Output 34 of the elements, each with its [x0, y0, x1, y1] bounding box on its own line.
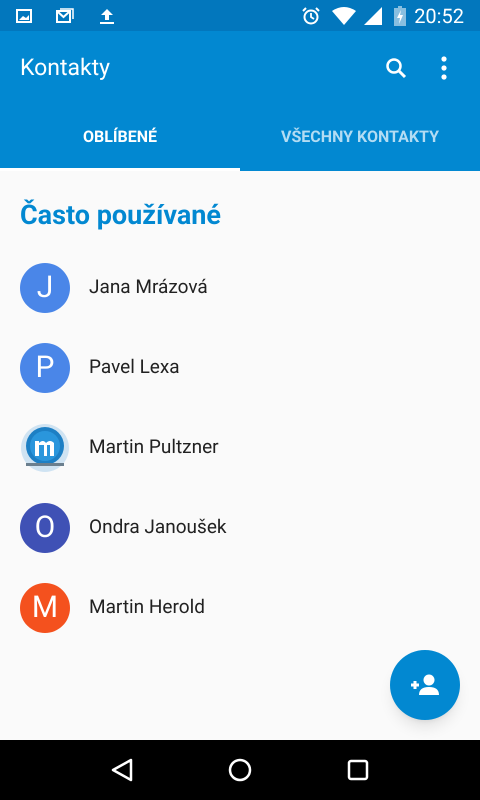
- add-person-icon: [409, 673, 441, 697]
- battery-icon: [394, 6, 406, 26]
- contact-avatar: M: [20, 582, 70, 632]
- upload-icon: [98, 8, 116, 24]
- contact-avatar: J: [20, 262, 70, 312]
- back-button[interactable]: [111, 758, 134, 782]
- mail-icon: [56, 8, 74, 23]
- search-icon: [384, 56, 408, 80]
- contact-row[interactable]: M Martin Herold: [0, 568, 480, 648]
- status-time: 20:52: [414, 2, 464, 30]
- recents-icon: [346, 759, 369, 781]
- wifi-icon: [332, 6, 356, 24]
- image-icon: [16, 8, 32, 22]
- home-icon: [228, 758, 252, 782]
- contact-name: Pavel Lexa: [89, 354, 180, 380]
- recents-button[interactable]: [346, 759, 369, 781]
- alarm-icon: [302, 6, 320, 24]
- more-icon: [441, 56, 447, 80]
- contact-row[interactable]: P Pavel Lexa: [0, 328, 480, 408]
- home-button[interactable]: [228, 758, 252, 782]
- back-icon: [111, 758, 134, 782]
- signal-icon: [364, 6, 382, 24]
- contact-name: Martin Herold: [89, 594, 205, 620]
- contact-name: Martin Pultzner: [89, 434, 219, 460]
- contact-name: Ondra Janoušek: [89, 514, 227, 540]
- contact-row[interactable]: Martin Pultzner: [0, 408, 480, 488]
- contact-name: Jana Mrázová: [89, 274, 208, 300]
- app-title: Kontakty: [20, 52, 112, 83]
- contact-avatar: O: [20, 502, 70, 552]
- tab[interactable]: OBLÍBENÉ: [0, 105, 240, 171]
- contact-avatar: P: [20, 342, 70, 392]
- contact-row[interactable]: O Ondra Janoušek: [0, 488, 480, 568]
- contact-row[interactable]: J Jana Mrázová: [0, 248, 480, 328]
- section-title: Často používané: [19, 198, 222, 233]
